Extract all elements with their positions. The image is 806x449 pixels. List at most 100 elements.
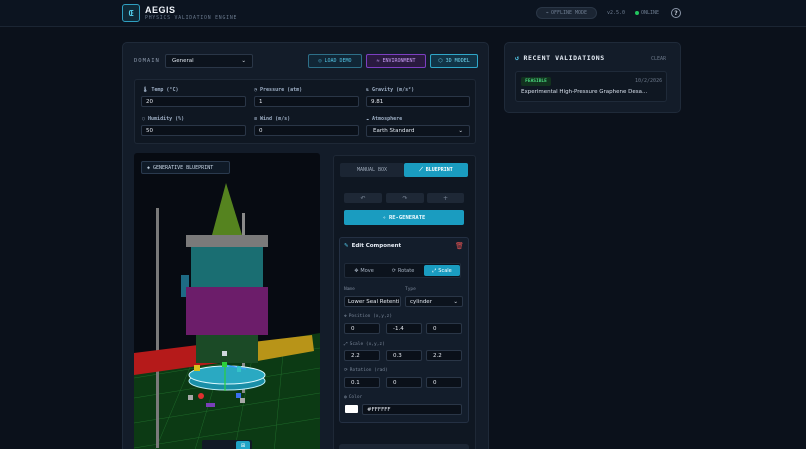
pressure-label-text: Pressure (atm): [260, 87, 303, 93]
atmosphere-label-text: Atmosphere: [372, 116, 403, 122]
color-label-text: Color: [348, 395, 363, 400]
atmosphere-select[interactable]: Earth Standard ⌄: [366, 125, 470, 137]
rotation-z-input[interactable]: 0: [426, 377, 462, 388]
move-icon: ✥: [354, 267, 359, 274]
wind-label: ≋ Wind (m/s): [254, 116, 290, 122]
magenta-block: [186, 287, 268, 335]
component-type-select[interactable]: cylinder ⌄: [405, 296, 463, 307]
clear-button[interactable]: CLEAR: [651, 56, 666, 62]
online-status-label: ONLINE: [641, 10, 660, 16]
gizmo-corner-2: [240, 398, 245, 403]
gizmo-handle: [222, 362, 227, 367]
load-demo-button[interactable]: ◎ LOAD DEMO: [308, 54, 362, 68]
history-icon: ↺: [515, 54, 520, 62]
cloud-icon: ☁︎: [366, 116, 370, 122]
color-hex-input[interactable]: #FFFFFF: [362, 404, 462, 415]
chevron-down-icon: ⌄: [241, 58, 246, 64]
mode-move-button[interactable]: ✥ Move: [346, 265, 382, 276]
teal-cylinder: [191, 247, 263, 287]
tab-manual-box[interactable]: MANUAL BOX: [340, 163, 404, 177]
gizmo-blue: [236, 393, 241, 398]
humidity-input[interactable]: 50: [141, 125, 246, 136]
wand-icon: ⟋: [419, 167, 423, 173]
scale-y-input[interactable]: 0.3: [386, 350, 422, 361]
scale-x-input[interactable]: 2.2: [344, 350, 380, 361]
atmosphere-value: Earth Standard: [373, 128, 415, 134]
gizmo-handle-white: [222, 351, 227, 356]
mode-rotate-label: Rotate: [397, 267, 415, 274]
3d-scene: [134, 183, 320, 449]
top-bar: [0, 0, 806, 27]
pressure-input[interactable]: 1: [254, 96, 359, 107]
color-swatch[interactable]: [345, 405, 358, 413]
trash-icon[interactable]: 🗑︎: [455, 242, 464, 250]
status-dot-icon: [635, 11, 639, 15]
next-section: [339, 444, 469, 449]
inner-cylinder: [196, 335, 258, 363]
wind-label-text: Wind (m/s): [260, 116, 291, 122]
grey-cap: [186, 235, 268, 247]
undo-button[interactable]: ↶: [344, 193, 382, 203]
component-name-input[interactable]: Lower Seal Retenti: [344, 296, 401, 307]
redo-button[interactable]: ↷: [386, 193, 424, 203]
offline-mode-button[interactable]: ⌁ OFFLINE MODE: [536, 7, 597, 19]
domain-label: DOMAIN: [134, 58, 160, 64]
validation-name: Experimental High-Pressure Graphene Desa…: [521, 89, 648, 95]
temp-input[interactable]: 20: [141, 96, 246, 107]
rod-left: [156, 208, 159, 448]
domain-select[interactable]: General ⌄: [165, 54, 253, 68]
green-cone: [212, 183, 242, 235]
scale-label-text: Scale (x,y,z): [349, 341, 385, 347]
environment-button[interactable]: ≈ ENVIRONMENT: [366, 54, 426, 68]
position-y-input[interactable]: -1.4: [386, 323, 422, 334]
brand-name: AEGIS: [145, 5, 176, 15]
rotation-y-input[interactable]: 0: [386, 377, 422, 388]
regenerate-button[interactable]: ✧ RE-GENERATE: [344, 210, 464, 225]
sparkle-icon: ✧: [382, 214, 386, 221]
wifi-off-icon: ⌁: [545, 10, 549, 16]
wind-input[interactable]: 0: [254, 125, 359, 136]
color-label: ◍ Color: [344, 395, 362, 400]
add-component-button[interactable]: +: [427, 193, 464, 203]
rotation-label: ⟳ Rotation (rad): [344, 368, 388, 373]
load-demo-label: LOAD DEMO: [324, 58, 352, 64]
validation-date: 10/2/2026: [635, 78, 663, 84]
gravity-input[interactable]: 9.81: [366, 96, 470, 107]
help-icon[interactable]: ?: [671, 8, 681, 18]
domain-value: General: [172, 58, 194, 64]
scale-z-input[interactable]: 2.2: [426, 350, 462, 361]
3d-model-button[interactable]: ⬡ 3D MODEL: [430, 54, 478, 68]
viewport-gizmo-toggle[interactable]: ⊞: [236, 441, 250, 449]
layers-icon: ◈: [147, 164, 151, 171]
recent-validations-title-text: RECENT VALIDATIONS: [523, 54, 605, 62]
selected-ring-top: [188, 365, 266, 385]
thermometer-icon: 🌡︎: [142, 87, 149, 93]
mode-rotate-button[interactable]: ⟳ Rotate: [385, 265, 421, 276]
edit-component-title: ✎ Edit Component: [344, 243, 401, 249]
logo-icon: Œ: [122, 4, 140, 22]
generative-blueprint-label: GENERATIVE BLUEPRINT: [153, 164, 214, 171]
gizmo-purple: [206, 403, 215, 407]
temp-label-text: Temp (°C): [151, 87, 179, 93]
position-z-input[interactable]: 0: [426, 323, 462, 334]
tab-blueprint[interactable]: ⟋ BLUEPRINT: [404, 163, 468, 177]
move-icon: ✥: [344, 314, 347, 319]
position-label: ✥ Position (x,y,z): [344, 314, 392, 319]
flask-icon: ◎: [318, 58, 322, 64]
list-item[interactable]: [515, 71, 667, 102]
online-status: ONLINE: [635, 10, 659, 16]
version-label: v2.5.0: [607, 10, 626, 16]
3d-viewport[interactable]: [134, 153, 320, 449]
scale-small-icon: ⤢: [344, 342, 348, 347]
palette-icon: ◍: [344, 395, 347, 400]
tab-blueprint-label: BLUEPRINT: [425, 167, 453, 173]
gizmo-red-point: [198, 393, 204, 399]
mode-scale-button[interactable]: ⤢ Scale: [424, 265, 460, 276]
chevron-down-icon: ⌄: [453, 298, 458, 305]
name-label: Name: [344, 287, 355, 292]
rotation-x-input[interactable]: 0.1: [344, 377, 380, 388]
position-label-text: Position (x,y,z): [348, 314, 393, 319]
type-label: Type: [405, 287, 416, 292]
position-x-input[interactable]: 0: [344, 323, 380, 334]
gravity-icon: ⇅: [366, 87, 370, 93]
